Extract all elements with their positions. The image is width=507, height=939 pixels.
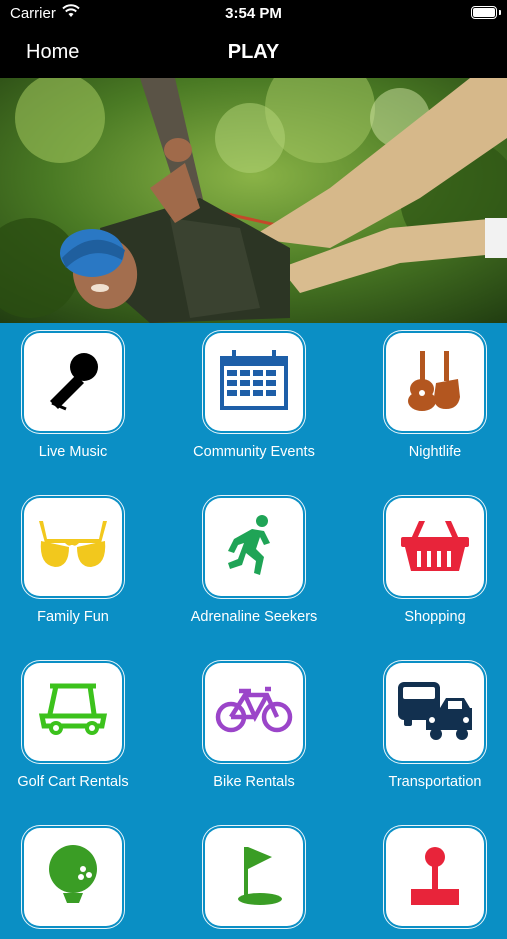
page-title: PLAY — [227, 41, 280, 63]
tile-icon-box — [388, 500, 482, 594]
tile-icon-box — [207, 665, 301, 759]
calendar-icon — [218, 348, 290, 417]
tile-label: Bike Rentals — [213, 774, 295, 790]
tile-icon-box — [207, 830, 301, 924]
category-grid: Live Music Community Events Nightlife Fa… — [0, 323, 507, 924]
tile-icon-box — [26, 665, 120, 759]
tile-golf[interactable] — [0, 818, 163, 939]
battery-icon — [471, 6, 497, 19]
tile-icon-box — [26, 830, 120, 924]
golf-flag-icon — [224, 843, 284, 912]
tile-icon-box — [207, 335, 301, 429]
guitars-icon — [402, 347, 468, 418]
hero-image — [0, 78, 507, 323]
tile-icon-box — [388, 335, 482, 429]
tile-live-music[interactable]: Live Music — [0, 323, 163, 460]
status-bar: Carrier 3:54 PM — [0, 0, 507, 28]
shopping-basket-icon — [399, 517, 471, 578]
nav-bar: Home PLAY — [0, 28, 507, 78]
tile-arcade[interactable] — [345, 818, 507, 939]
tile-icon-box — [388, 830, 482, 924]
tile-icon-box — [207, 500, 301, 594]
microphone-icon — [38, 345, 108, 420]
tile-icon-box — [26, 500, 120, 594]
joystick-icon — [405, 843, 465, 912]
tile-nightlife[interactable]: Nightlife — [345, 323, 507, 460]
tile-adrenaline-seekers[interactable]: Adrenaline Seekers — [164, 488, 344, 625]
tile-label: Family Fun — [37, 609, 109, 625]
tile-label: Golf Cart Rentals — [17, 774, 129, 790]
tile-icon-box — [26, 335, 120, 429]
sunglasses-icon — [35, 517, 111, 578]
tile-label: Live Music — [38, 444, 108, 460]
vehicles-icon — [396, 678, 474, 747]
golf-cart-icon — [38, 682, 108, 743]
tile-icon-box — [388, 665, 482, 759]
tile-family-fun[interactable]: Family Fun — [0, 488, 163, 625]
tile-label: Community Events — [193, 444, 315, 460]
runner-icon — [224, 513, 284, 582]
tile-golf-course[interactable] — [164, 818, 344, 939]
tile-label: Adrenaline Seekers — [190, 609, 318, 625]
tile-label: Shopping — [404, 609, 466, 625]
tile-golf-cart-rentals[interactable]: Golf Cart Rentals — [0, 653, 163, 790]
bicycle-icon — [215, 685, 293, 740]
tile-shopping[interactable]: Shopping — [345, 488, 507, 625]
tile-label: Transportation — [388, 774, 482, 790]
golf-ball-icon — [43, 843, 103, 912]
tile-label: Nightlife — [408, 444, 462, 460]
battery-tip — [499, 10, 501, 15]
tile-bike-rentals[interactable]: Bike Rentals — [164, 653, 344, 790]
tile-transportation[interactable]: Transportation — [345, 653, 507, 790]
clock: 3:54 PM — [225, 5, 282, 22]
tile-community-events[interactable]: Community Events — [164, 323, 344, 460]
